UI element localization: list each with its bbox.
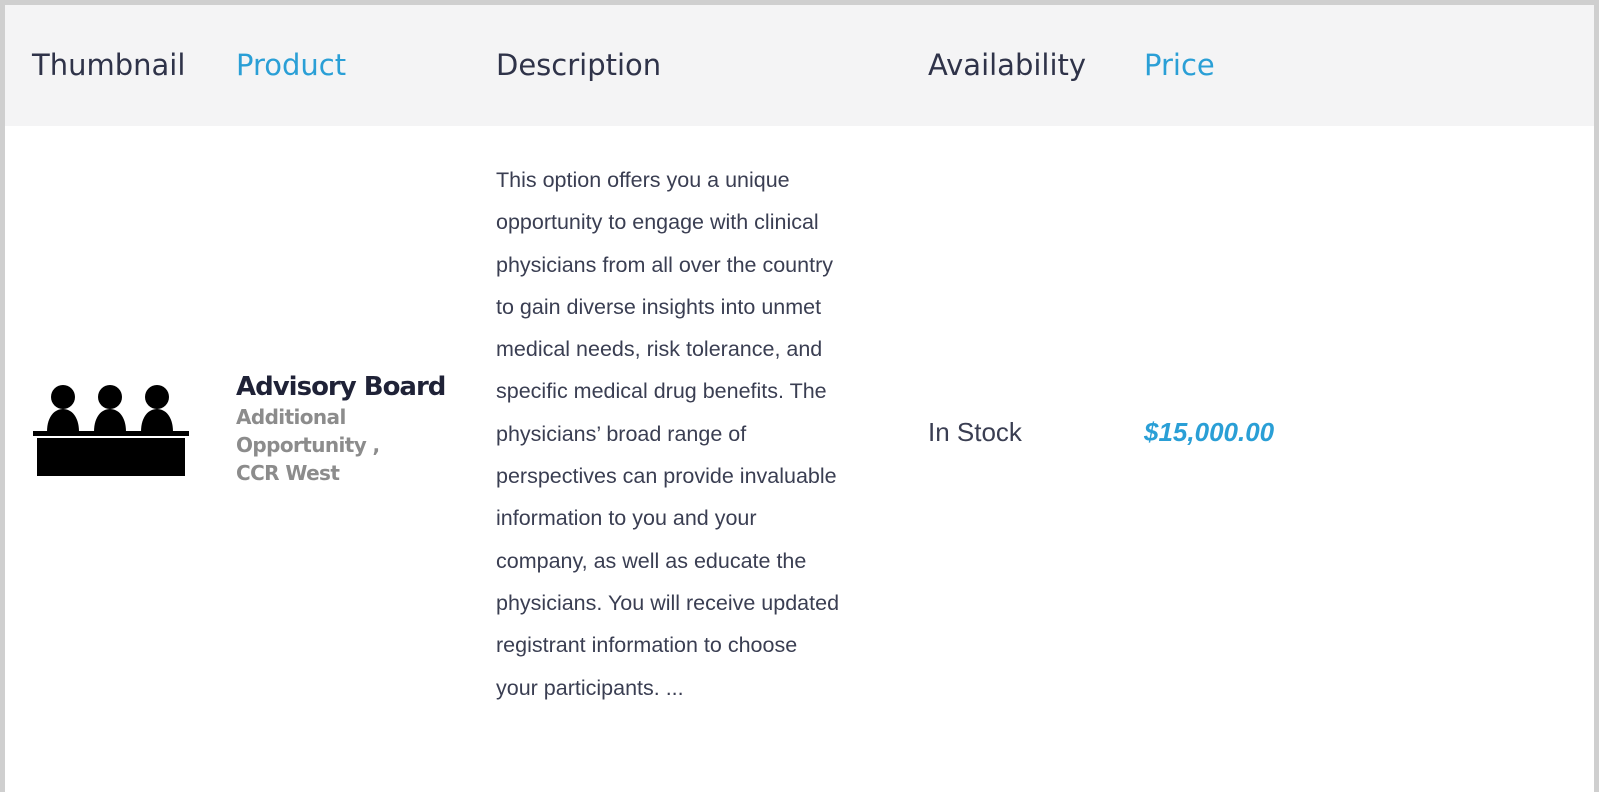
column-header-description: Description bbox=[496, 48, 662, 82]
product-categories[interactable]: Additional Opportunity , CCR West bbox=[236, 403, 386, 487]
column-header-product[interactable]: Product bbox=[236, 47, 346, 83]
availability-status: In Stock bbox=[928, 417, 1022, 447]
product-thumbnail[interactable] bbox=[33, 384, 189, 476]
column-header-availability: Availability bbox=[928, 48, 1087, 82]
table-row: Advisory Board Additional Opportunity , … bbox=[5, 126, 1594, 797]
product-description: This option offers you a unique opportun… bbox=[496, 168, 840, 700]
product-price: $15,000.00 bbox=[1144, 417, 1275, 447]
product-name-link[interactable]: Advisory Board bbox=[236, 371, 456, 403]
column-header-price[interactable]: Price bbox=[1144, 47, 1215, 83]
product-cell: Advisory Board Additional Opportunity , … bbox=[236, 371, 456, 487]
product-table: Thumbnail Product Description Availabili… bbox=[0, 0, 1599, 792]
table-header: Thumbnail Product Description Availabili… bbox=[5, 5, 1594, 126]
column-header-thumbnail: Thumbnail bbox=[32, 48, 186, 82]
advisory-board-icon bbox=[33, 385, 189, 476]
